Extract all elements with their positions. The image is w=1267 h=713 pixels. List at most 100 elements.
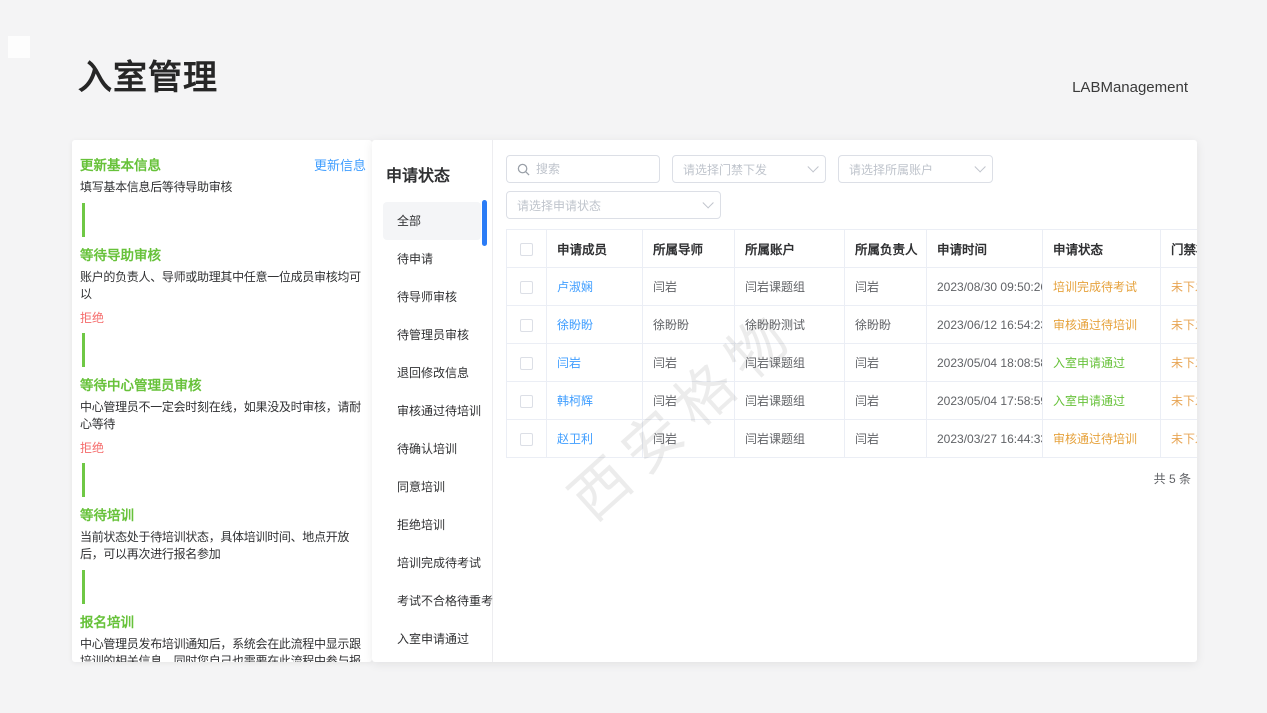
mentor-cell: 闫岩 <box>643 268 735 306</box>
process-guide-panel: 更新基本信息 更新信息 填写基本信息后等待导助审核 等待导助审核 账户的负责人、… <box>72 140 372 662</box>
owner-cell: 闫岩 <box>845 420 927 458</box>
access-cell: 未下发 <box>1161 420 1198 458</box>
access-cell: 未下发 <box>1161 306 1198 344</box>
sidebar-title: 申请状态 <box>383 162 492 186</box>
applicant-name-link[interactable]: 韩柯辉 <box>557 394 593 408</box>
col-owner: 所属负责人 <box>845 230 927 268</box>
mentor-cell: 闫岩 <box>643 344 735 382</box>
account-cell: 闫岩课题组 <box>735 420 845 458</box>
applicant-name-link[interactable]: 徐盼盼 <box>557 318 593 332</box>
tab-returned[interactable]: 退回修改信息 <box>383 354 481 392</box>
account-cell: 闫岩课题组 <box>735 344 845 382</box>
access-cell: 未下发 <box>1161 268 1198 306</box>
tab-approved-wait-training[interactable]: 审核通过待培训 <box>383 392 481 430</box>
brand-label: LABManagement <box>1072 79 1188 96</box>
tab-entry-approved[interactable]: 入室申请通过 <box>383 620 481 658</box>
status-sidebar: 申请状态 全部 待申请 待导师审核 待管理员审核 退回修改信息 审核通过待培训 … <box>372 140 493 662</box>
col-apply-status: 申请状态 <box>1043 230 1161 268</box>
time-cell: 2023/05/04 17:58:59 <box>927 382 1043 420</box>
table-row: 闫岩 闫岩 闫岩课题组 闫岩 2023/05/04 18:08:58 入室申请通… <box>507 344 1198 382</box>
tab-all[interactable]: 全部 <box>383 202 481 240</box>
status-cell: 培训完成待考试 <box>1043 268 1161 306</box>
account-cell: 闫岩课题组 <box>735 268 845 306</box>
row-checkbox[interactable] <box>520 433 533 446</box>
step-title-wait-training: 等待培训 <box>80 504 134 524</box>
corner-artifact <box>8 36 30 58</box>
applications-table: 西安格物 申请成员 所属导师 所属账户 所属负责人 申请时间 申请状态 <box>506 229 1197 487</box>
step-title-update-info: 更新基本信息 <box>80 154 161 174</box>
table-header-row: 申请成员 所属导师 所属账户 所属负责人 申请时间 申请状态 门禁状态 <box>507 230 1198 268</box>
access-issue-select[interactable]: 请选择门禁下发 <box>672 155 826 183</box>
search-icon <box>517 163 530 176</box>
step-title-mentor-review: 等待导助审核 <box>80 244 161 264</box>
account-cell: 徐盼盼测试 <box>735 306 845 344</box>
table-content-area: 请选择门禁下发 请选择所属账户 请选择申请状态 培训习题 邀请 西安格物 <box>493 140 1197 662</box>
timeline-connector <box>82 203 85 237</box>
total-count-label: 共 5 条 <box>506 458 1197 487</box>
step-title-signup-training: 报名培训 <box>80 611 134 631</box>
row-checkbox[interactable] <box>520 395 533 408</box>
account-cell: 闫岩课题组 <box>735 382 845 420</box>
tab-agree-training[interactable]: 同意培训 <box>383 468 481 506</box>
step-title-admin-review: 等待中心管理员审核 <box>80 374 202 394</box>
reject-label: 拒绝 <box>80 309 366 326</box>
owner-cell: 闫岩 <box>845 344 927 382</box>
search-input[interactable] <box>536 162 646 176</box>
owner-cell: 徐盼盼 <box>845 306 927 344</box>
application-panel: 申请状态 全部 待申请 待导师审核 待管理员审核 退回修改信息 审核通过待培训 … <box>372 140 1197 662</box>
table-row: 卢淑娴 闫岩 闫岩课题组 闫岩 2023/08/30 09:50:26 培训完成… <box>507 268 1198 306</box>
row-checkbox[interactable] <box>520 281 533 294</box>
mentor-cell: 闫岩 <box>643 382 735 420</box>
status-cell: 入室申请通过 <box>1043 382 1161 420</box>
applicant-name-link[interactable]: 卢淑娴 <box>557 280 593 294</box>
chevron-down-icon <box>807 161 818 172</box>
applicant-name-link[interactable]: 赵卫利 <box>557 432 593 446</box>
sidebar-scrollbar-thumb[interactable] <box>482 200 487 246</box>
chevron-down-icon <box>702 197 713 208</box>
status-cell: 入室申请通过 <box>1043 344 1161 382</box>
reject-label: 拒绝 <box>80 439 366 456</box>
access-cell: 未下发 <box>1161 382 1198 420</box>
status-cell: 审核通过待培训 <box>1043 306 1161 344</box>
col-access-status: 门禁状态 <box>1161 230 1198 268</box>
account-select[interactable]: 请选择所属账户 <box>838 155 993 183</box>
row-checkbox[interactable] <box>520 357 533 370</box>
owner-cell: 闫岩 <box>845 382 927 420</box>
search-input-wrapper <box>506 155 660 183</box>
row-checkbox[interactable] <box>520 319 533 332</box>
tab-mentor-review[interactable]: 待导师审核 <box>383 278 481 316</box>
col-mentor: 所属导师 <box>643 230 735 268</box>
tab-admin-review[interactable]: 待管理员审核 <box>383 316 481 354</box>
update-info-link[interactable]: 更新信息 <box>314 155 366 174</box>
tab-pending-apply[interactable]: 待申请 <box>383 240 481 278</box>
mentor-cell: 闫岩 <box>643 420 735 458</box>
step-desc: 账户的负责人、导师或助理其中任意一位成员审核均可以 <box>80 269 366 303</box>
tab-refuse-training[interactable]: 拒绝培训 <box>383 506 481 544</box>
time-cell: 2023/05/04 18:08:58 <box>927 344 1043 382</box>
access-cell: 未下发 <box>1161 344 1198 382</box>
step-desc: 当前状态处于待培训状态，具体培训时间、地点开放后，可以再次进行报名参加 <box>80 529 366 563</box>
tab-exam-failed[interactable]: 考试不合格待重考 <box>383 582 481 620</box>
status-select[interactable]: 请选择申请状态 <box>506 191 721 219</box>
time-cell: 2023/06/12 16:54:23 <box>927 306 1043 344</box>
table-row: 徐盼盼 徐盼盼 徐盼盼测试 徐盼盼 2023/06/12 16:54:23 审核… <box>507 306 1198 344</box>
time-cell: 2023/03/27 16:44:33 <box>927 420 1043 458</box>
col-account: 所属账户 <box>735 230 845 268</box>
step-desc: 填写基本信息后等待导助审核 <box>80 179 366 196</box>
tab-confirm-training[interactable]: 待确认培训 <box>383 430 481 468</box>
applicant-name-link[interactable]: 闫岩 <box>557 356 581 370</box>
tab-training-done-wait-exam[interactable]: 培训完成待考试 <box>383 544 481 582</box>
mentor-cell: 徐盼盼 <box>643 306 735 344</box>
timeline-connector <box>82 463 85 497</box>
chevron-down-icon <box>974 161 985 172</box>
time-cell: 2023/08/30 09:50:26 <box>927 268 1043 306</box>
col-applicant: 申请成员 <box>547 230 643 268</box>
status-cell: 审核通过待培训 <box>1043 420 1161 458</box>
step-desc: 中心管理员不一定会时刻在线，如果没及时审核，请耐心等待 <box>80 399 366 433</box>
timeline-connector <box>82 333 85 367</box>
col-apply-time: 申请时间 <box>927 230 1043 268</box>
step-desc: 中心管理员发布培训通知后，系统会在此流程中显示跟培训的相关信息，同时您自己也需要… <box>80 636 366 662</box>
select-all-checkbox[interactable] <box>520 243 533 256</box>
table-row: 韩柯辉 闫岩 闫岩课题组 闫岩 2023/05/04 17:58:59 入室申请… <box>507 382 1198 420</box>
timeline-connector <box>82 570 85 604</box>
